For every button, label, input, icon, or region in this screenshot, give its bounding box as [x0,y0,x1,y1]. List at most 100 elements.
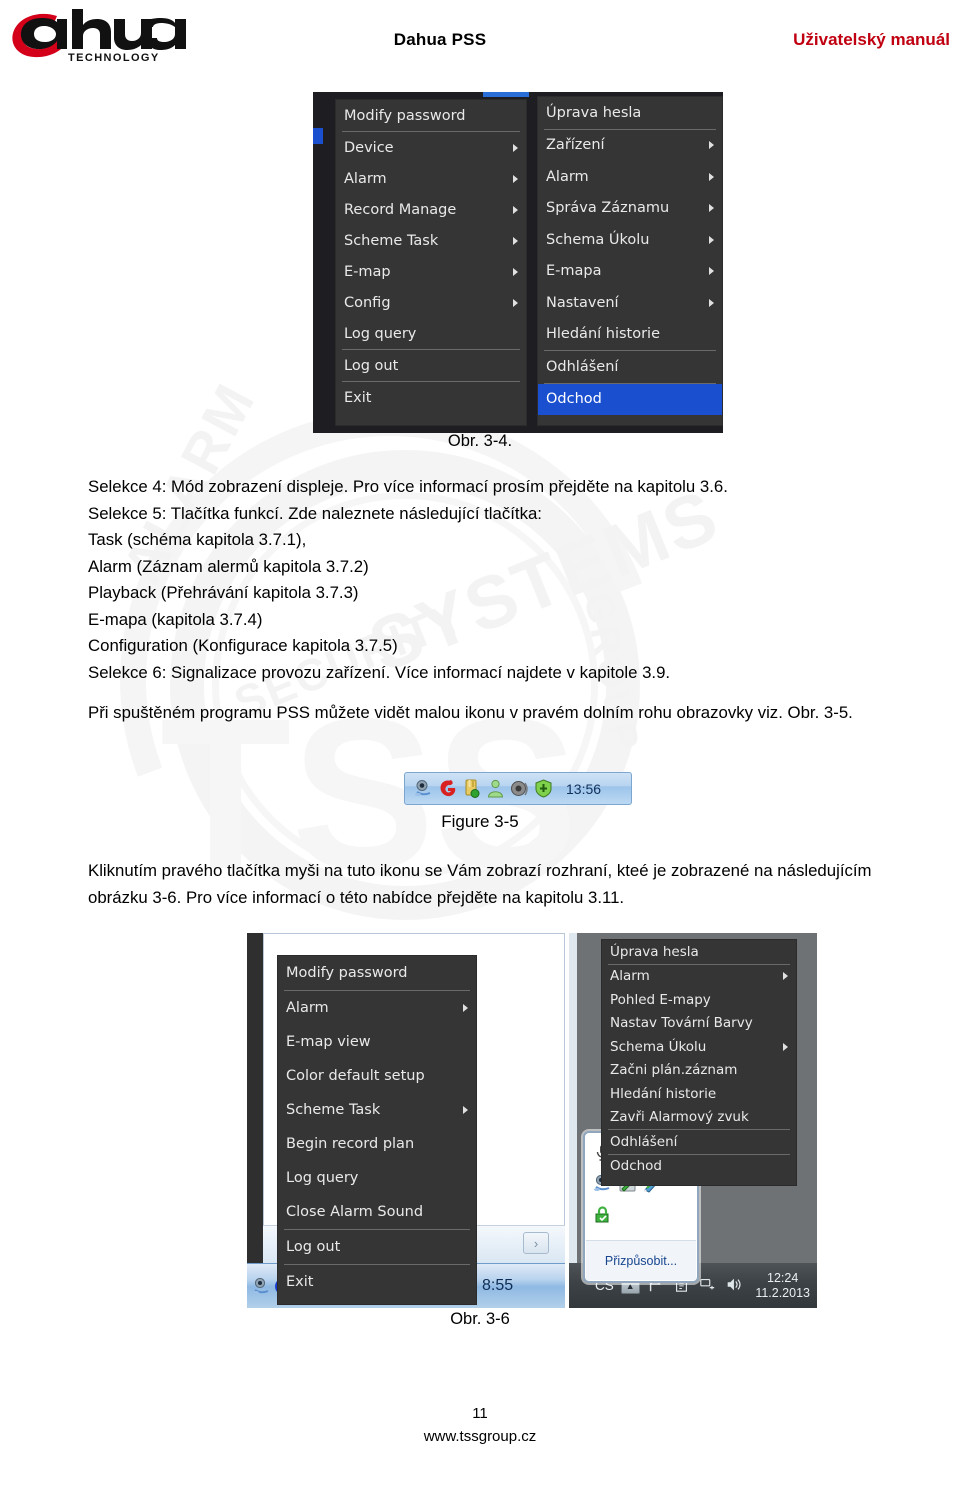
right-taskbar-clock[interactable]: 12:24 11.2.2013 [755,1271,810,1300]
next-button[interactable]: › [523,1232,549,1254]
menu-item-label: Exit [344,389,372,406]
menu-item-label: Begin record plan [286,1136,415,1152]
submenu-arrow-icon [783,1042,788,1051]
submenu-arrow-icon [513,143,518,152]
menu-item[interactable]: Modify password [336,100,526,131]
menu-item[interactable]: Modify password [278,956,476,990]
text-line: Alarm (Záznam alermů kapitola 3.7.2) [88,556,369,576]
submenu-arrow-icon [513,205,518,214]
page-header: TECHNOLOGY Dahua PSS Uživatelský manuál [0,0,960,78]
context-menu-czech[interactable]: Úprava hesla Zařízení Alarm Správa Záznamu S… [537,96,723,426]
submenu-arrow-icon [709,267,714,276]
menu-item[interactable]: Odhlášení [602,1130,796,1154]
submenu-arrow-icon [709,204,714,213]
menu-item[interactable]: Pohled E-mapy [602,988,796,1012]
menu-item[interactable]: Log out [278,1230,476,1264]
menu-item[interactable]: Alarm [602,965,796,989]
figure-3-4-screenshot: Modify password Device Alarm Record Manage S… [313,92,723,433]
menu-item-label: Config [344,294,391,311]
menu-item[interactable]: Nastav Tovární Barvy [602,1012,796,1036]
titlebar-accent-strip [483,92,529,97]
menu-item[interactable]: Scheme Task [336,225,526,256]
text-line: Selekce 6: Signalizace provozu zařízení.… [88,662,671,682]
menu-item[interactable]: Alarm [278,991,476,1025]
menu-item-label: Alarm [344,170,387,187]
menu-item[interactable]: Config [336,287,526,318]
menu-item-label: Nastav Tovární Barvy [610,1015,753,1032]
menu-item[interactable]: Exit [336,382,526,413]
header-manual-label: Uživatelský manuál [793,30,950,49]
webcam-icon[interactable] [252,1277,271,1296]
menu-item[interactable]: E-mapa [538,256,722,288]
menu-item[interactable]: Begin record plan [278,1127,476,1161]
menu-item[interactable]: Scheme Task [278,1093,476,1127]
menu-item[interactable]: Zavři Alarmový zvuk [602,1106,796,1130]
menu-item-label: Log out [344,357,399,374]
menu-item[interactable]: Hledání historie [538,319,722,351]
submenu-arrow-icon [513,298,518,307]
clock-date: 11.2.2013 [755,1285,810,1300]
page-title: Dahua PSS [393,30,487,49]
left-dark-edge [247,933,263,1263]
footer-site-url: www.tssgroup.cz [423,1428,537,1445]
menu-item-label: E-map view [286,1034,371,1050]
menu-item[interactable]: Odchod [538,383,722,415]
menu-item[interactable]: Schema Úkolu [538,224,722,256]
menu-item[interactable]: Zařízení [538,130,722,162]
menu-item[interactable]: Odhlášení [538,351,722,383]
usb-drive-icon [462,779,481,798]
menu-item-label: Log out [286,1239,341,1255]
menu-item-label: Close Alarm Sound [286,1204,424,1220]
menu-item-label: Schema Úkolu [546,231,650,248]
menu-item[interactable]: Exit [278,1265,476,1299]
text-line: Selekce 5: Tlačítka funkcí. Zde naleznet… [88,503,542,523]
submenu-arrow-icon [709,298,714,307]
menu-item-label: Color default setup [286,1068,425,1084]
caption-figure-3-5: Figure 3-5 [441,812,519,831]
webcam-icon [414,779,433,798]
menu-item-label: Nastavení [546,294,619,311]
menu-item-label: Odchod [610,1158,663,1175]
menu-item[interactable]: Log query [278,1161,476,1195]
menu-item[interactable]: E-map [336,256,526,287]
menu-item[interactable]: Close Alarm Sound [278,1195,476,1229]
figure-3-6-screenshot: › 8:55 Modify password Alarm E-map view Col… [247,933,817,1308]
menu-item[interactable]: Začni plán.záznam [602,1059,796,1083]
tray-context-menu-english[interactable]: Modify password Alarm E-map view Color defa… [277,955,477,1305]
submenu-arrow-icon [463,1106,468,1114]
menu-item[interactable]: Schema Úkolu [602,1035,796,1059]
figure-3-5-tray: 13:56 [404,772,632,805]
menu-item[interactable]: Log query [336,318,526,349]
menu-item[interactable]: Color default setup [278,1059,476,1093]
menu-item-label: Exit [286,1274,314,1290]
menu-item[interactable]: Alarm [336,163,526,194]
menu-item[interactable]: E-map view [278,1025,476,1059]
menu-item[interactable]: Record Manage [336,194,526,225]
text-line: Task (schéma kapitola 3.7.1), [88,530,307,549]
green-lock-icon[interactable] [593,1205,612,1224]
tray-context-menu-czech[interactable]: Úprava hesla Alarm Pohled E-mapy Nastav Tov… [601,939,797,1186]
menu-item[interactable]: Odchod [602,1155,796,1179]
volume-icon[interactable] [725,1276,744,1295]
menu-item-label: Hledání historie [546,326,661,343]
menu-item-label: Scheme Task [344,232,439,249]
customize-link[interactable]: Přizpůsobit... [586,1240,696,1280]
menu-item[interactable]: Alarm [538,161,722,193]
menu-item-label: Zavři Alarmový zvuk [610,1109,749,1126]
menu-item[interactable]: Úprava hesla [602,940,796,964]
menu-item[interactable]: Hledání historie [602,1082,796,1106]
menu-item[interactable]: Device [336,132,526,163]
context-menu-english[interactable]: Modify password Device Alarm Record Manage S… [335,99,527,426]
menu-item[interactable]: Nastavení [538,287,722,319]
menu-item[interactable]: Log out [336,350,526,381]
clock-time: 12:24 [767,1271,799,1286]
menu-item-label: Schema Úkolu [610,1038,707,1055]
menu-item-label: Alarm [610,968,650,985]
menu-item[interactable]: Správa Záznamu [538,193,722,225]
menu-item-label: Správa Záznamu [546,200,670,217]
left-taskbar-clock[interactable]: 8:55 [482,1277,513,1295]
menu-item[interactable]: Úprava hesla [538,97,722,129]
network-icon[interactable] [699,1276,718,1295]
speaker-icon [510,779,529,798]
menu-item-label: Začni plán.záznam [610,1062,738,1079]
